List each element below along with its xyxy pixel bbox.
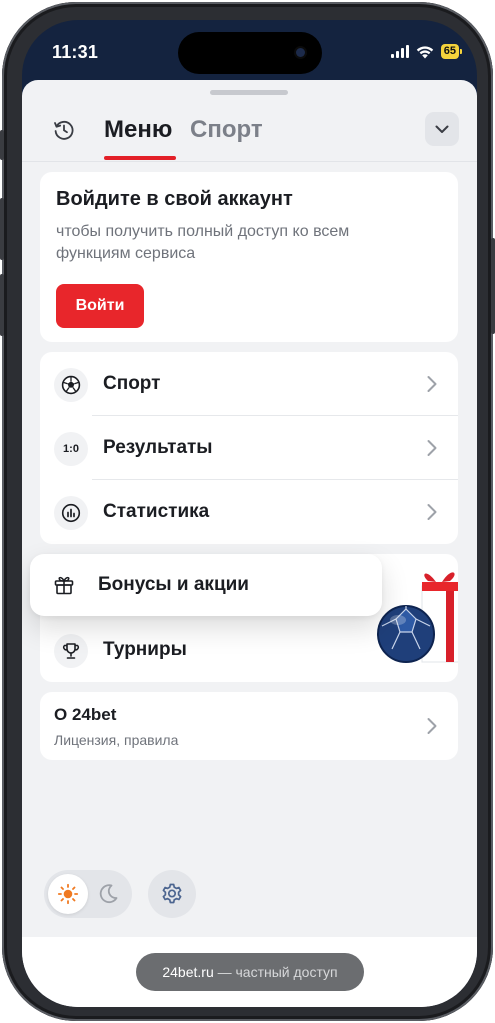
toast-suffix: — частный доступ: [217, 964, 338, 980]
light-theme-button[interactable]: [48, 874, 88, 914]
about-subtitle: Лицензия, правила: [54, 732, 179, 748]
nav-list: Спорт 1:0 Результаты Статистика: [40, 352, 458, 544]
camera-icon: [296, 48, 305, 57]
url-toast: 24bet.ru — частный доступ: [136, 953, 364, 991]
trophy-icon: [54, 634, 88, 668]
collapse-button[interactable]: [425, 112, 459, 146]
chevron-right-icon: [427, 440, 437, 456]
chevron-right-icon: [427, 376, 437, 392]
sheet-grabber[interactable]: [210, 90, 288, 95]
tab-menu[interactable]: Меню: [104, 116, 172, 144]
sun-icon: [57, 883, 79, 905]
nav-item-sport[interactable]: Спорт: [40, 352, 458, 416]
nav-item-tournaments-label: Турниры: [103, 639, 187, 660]
nav-item-results[interactable]: 1:0 Результаты: [40, 416, 458, 480]
status-indicators: 65: [390, 44, 463, 59]
gift-ball-illustration: [377, 572, 458, 663]
toast-domain: 24bet.ru: [162, 964, 214, 980]
tab-sport[interactable]: Спорт: [190, 116, 263, 144]
settings-button[interactable]: [148, 870, 196, 918]
chevron-right-icon: [427, 504, 437, 520]
theme-toggle[interactable]: [44, 870, 132, 918]
login-card: Войдите в свой аккаунт чтобы получить по…: [40, 172, 458, 342]
about-title: О 24bet: [54, 705, 117, 724]
nav-item-bonuses[interactable]: Бонусы и акции: [30, 554, 382, 616]
login-button[interactable]: Войти: [56, 284, 144, 328]
menu-header: Меню Спорт: [22, 100, 477, 162]
volume-up-button: [0, 198, 4, 260]
login-title: Войдите в свой аккаунт: [56, 188, 293, 210]
nav-item-results-label: Результаты: [103, 437, 213, 458]
soccer-ball-icon: [54, 368, 88, 402]
action-button: [0, 130, 4, 160]
cellular-signal-icon: [390, 45, 409, 58]
chevron-right-icon: [427, 718, 437, 734]
power-button: [491, 238, 495, 334]
history-icon[interactable]: [52, 118, 76, 142]
status-bar: 11:31 65: [22, 20, 477, 80]
phone-frame: 11:31 65 Меню Спорт Войдите в свой аккау…: [0, 2, 495, 1021]
nav-item-statistics-label: Статистика: [103, 501, 210, 522]
menu-sheet: Меню Спорт Войдите в свой аккаунт чтобы …: [22, 80, 477, 1007]
status-time: 11:31: [52, 42, 99, 62]
battery-indicator: 65: [440, 44, 463, 59]
about-item[interactable]: О 24bet Лицензия, правила: [40, 692, 458, 760]
dynamic-island: [178, 32, 322, 74]
score-icon: 1:0: [54, 432, 88, 466]
chevron-down-icon: [435, 125, 449, 133]
gear-icon: [162, 883, 182, 904]
screen: 11:31 65 Меню Спорт Войдите в свой аккау…: [22, 20, 477, 1007]
login-subtitle: чтобы получить полный доступ ко всем фун…: [56, 223, 350, 262]
nav-item-bonuses-label: Бонусы и акции: [98, 574, 249, 595]
gift-icon: [54, 576, 74, 595]
nav-item-sport-label: Спорт: [103, 373, 161, 394]
statistics-icon: [54, 496, 88, 530]
wifi-icon: [416, 45, 433, 58]
volume-down-button: [0, 274, 4, 336]
nav-item-statistics[interactable]: Статистика: [40, 480, 458, 544]
active-tab-indicator: [104, 156, 176, 160]
moon-icon[interactable]: [96, 882, 120, 906]
